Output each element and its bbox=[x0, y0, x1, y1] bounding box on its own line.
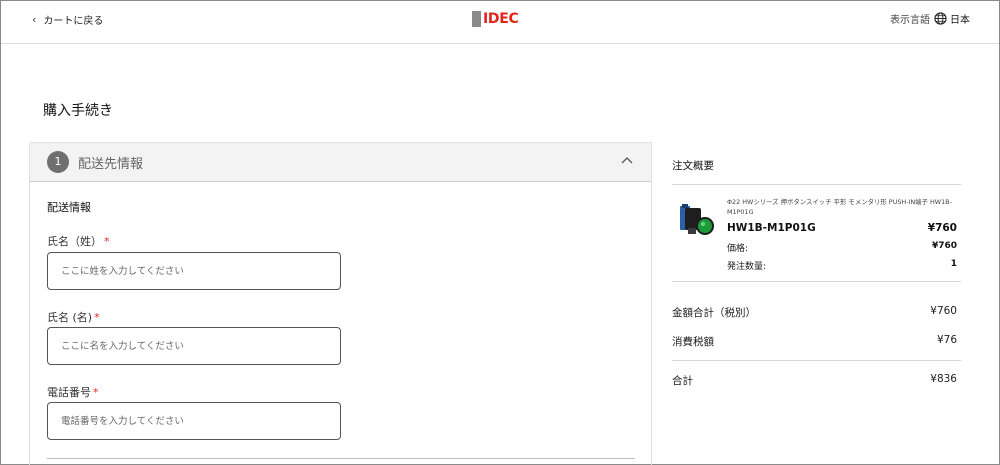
globe-icon bbox=[934, 12, 947, 25]
subtotal-value: ¥760 bbox=[930, 305, 957, 317]
step-title: 配送先情報 bbox=[78, 157, 144, 172]
summary-divider bbox=[672, 360, 961, 361]
required-mark: * bbox=[104, 235, 110, 248]
back-to-cart-link[interactable]: ‹ カートに戻る bbox=[32, 12, 103, 27]
price-value: ¥760 bbox=[931, 241, 957, 251]
shipping-step-header[interactable]: 1 配送先情報 bbox=[29, 142, 652, 182]
last-name-label-text: 氏名（姓） bbox=[47, 235, 102, 248]
top-header: ‹ カートに戻る IDEC 表示言語 日本 bbox=[1, 1, 999, 44]
phone-label-text: 電話番号 bbox=[47, 386, 91, 399]
back-to-cart-label: カートに戻る bbox=[43, 16, 104, 27]
phone-label: 電話番号 * bbox=[47, 384, 99, 400]
logo-mark bbox=[472, 11, 481, 27]
chevron-left-icon: ‹ bbox=[32, 13, 37, 26]
shipping-step-body: 配送情報 氏名（姓）* 氏名 (名)* 電話番号* bbox=[29, 182, 652, 465]
first-name-label-text: 氏名 (名) bbox=[47, 311, 93, 324]
language-value: 日本 bbox=[950, 15, 970, 26]
product-line-total: ¥760 bbox=[927, 222, 957, 234]
first-name-input[interactable] bbox=[47, 327, 341, 365]
tax-value: ¥76 bbox=[936, 334, 957, 346]
phone-input[interactable] bbox=[47, 402, 341, 440]
required-mark: * bbox=[93, 386, 99, 399]
section-label: 配送情報 bbox=[47, 201, 91, 214]
chevron-up-icon[interactable] bbox=[618, 152, 636, 170]
language-selector[interactable]: 表示言語 日本 bbox=[890, 11, 970, 26]
total-value: ¥836 bbox=[930, 373, 957, 385]
step-number-badge: 1 bbox=[47, 151, 69, 173]
product-description: Φ22 HWシリーズ 押ボタンスイッチ 平形 モメンタリ形 PUSH-IN端子 … bbox=[727, 198, 952, 216]
summary-divider bbox=[672, 281, 961, 282]
tax-label: 消費税額 bbox=[672, 336, 714, 348]
page-title: 購入手続き bbox=[43, 103, 113, 119]
product-thumbnail[interactable] bbox=[676, 200, 716, 244]
last-name-label: 氏名（姓） * bbox=[47, 233, 110, 249]
required-mark: * bbox=[94, 311, 100, 324]
summary-title: 注文概要 bbox=[672, 160, 714, 172]
idec-logo[interactable]: IDEC bbox=[472, 11, 519, 27]
section-divider bbox=[47, 458, 635, 459]
subtotal-label: 金額合計（税別） bbox=[672, 307, 756, 319]
price-label: 価格: bbox=[727, 244, 749, 254]
total-label: 合計 bbox=[672, 375, 693, 387]
last-name-input[interactable] bbox=[47, 252, 341, 290]
quantity-value: 1 bbox=[950, 259, 957, 269]
quantity-label: 発注数量: bbox=[727, 262, 767, 272]
summary-divider bbox=[672, 184, 961, 185]
first-name-label: 氏名 (名) * bbox=[47, 309, 100, 325]
product-model[interactable]: HW1B-M1P01G bbox=[727, 222, 816, 234]
language-label: 表示言語 bbox=[890, 15, 930, 26]
logo-text: IDEC bbox=[483, 11, 519, 27]
